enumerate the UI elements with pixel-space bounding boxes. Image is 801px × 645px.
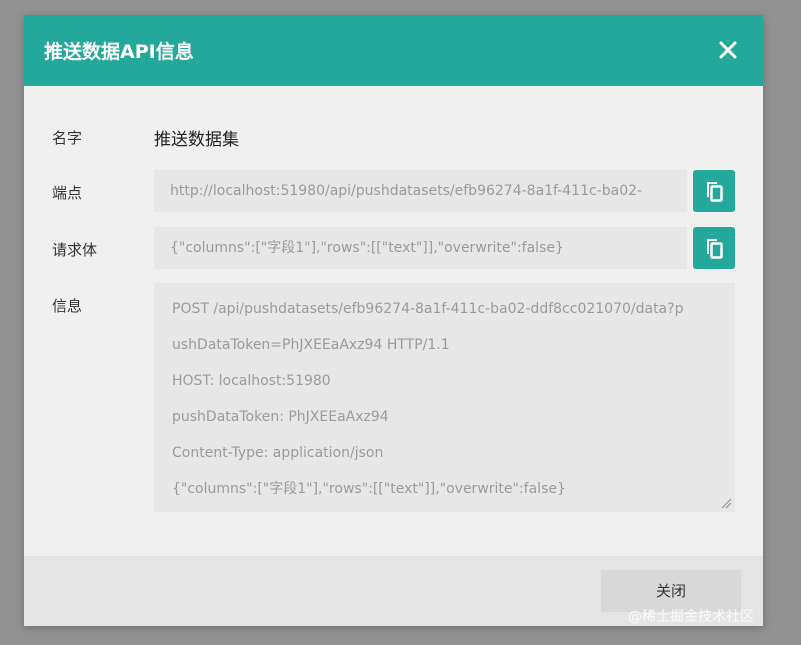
request-body-field[interactable]: {"columns":["字段1"],"rows":[["text"]],"ov…	[154, 227, 687, 269]
info-line: POST /api/pushdatasets/efb96274-8a1f-411…	[172, 301, 684, 317]
info-line: HOST: localhost:51980	[172, 373, 331, 389]
copy-icon	[707, 182, 723, 202]
resize-handle-icon[interactable]	[720, 497, 732, 509]
dialog-header: 推送数据API信息	[24, 15, 763, 86]
info-line: ushDataToken=PhJXEEaAxz94 HTTP/1.1	[172, 337, 450, 353]
info-line: Content-Type: application/json	[172, 445, 384, 461]
copy-icon	[707, 239, 723, 259]
name-value: 推送数据集	[154, 130, 239, 150]
info-textarea[interactable]: POST /api/pushdatasets/efb96274-8a1f-411…	[154, 283, 735, 512]
copy-endpoint-button[interactable]	[693, 170, 735, 212]
watermark: @稀土掘金技术社区	[628, 609, 754, 625]
endpoint-field[interactable]: http://localhost:51980/api/pushdatasets/…	[154, 170, 687, 212]
request-body-label: 请求体	[52, 241, 98, 259]
push-api-info-dialog: 推送数据API信息 名字 推送数据集 端点 http://localhost:5…	[24, 15, 763, 626]
info-line: pushDataToken: PhJXEEaAxz94	[172, 409, 389, 425]
info-line: {"columns":["字段1"],"rows":[["text"]],"ov…	[172, 481, 566, 497]
copy-request-body-button[interactable]	[693, 227, 735, 269]
info-label: 信息	[52, 297, 83, 315]
close-icon[interactable]	[715, 37, 741, 63]
endpoint-label: 端点	[52, 184, 83, 202]
name-label: 名字	[52, 129, 83, 147]
dialog-title: 推送数据API信息	[44, 41, 194, 63]
